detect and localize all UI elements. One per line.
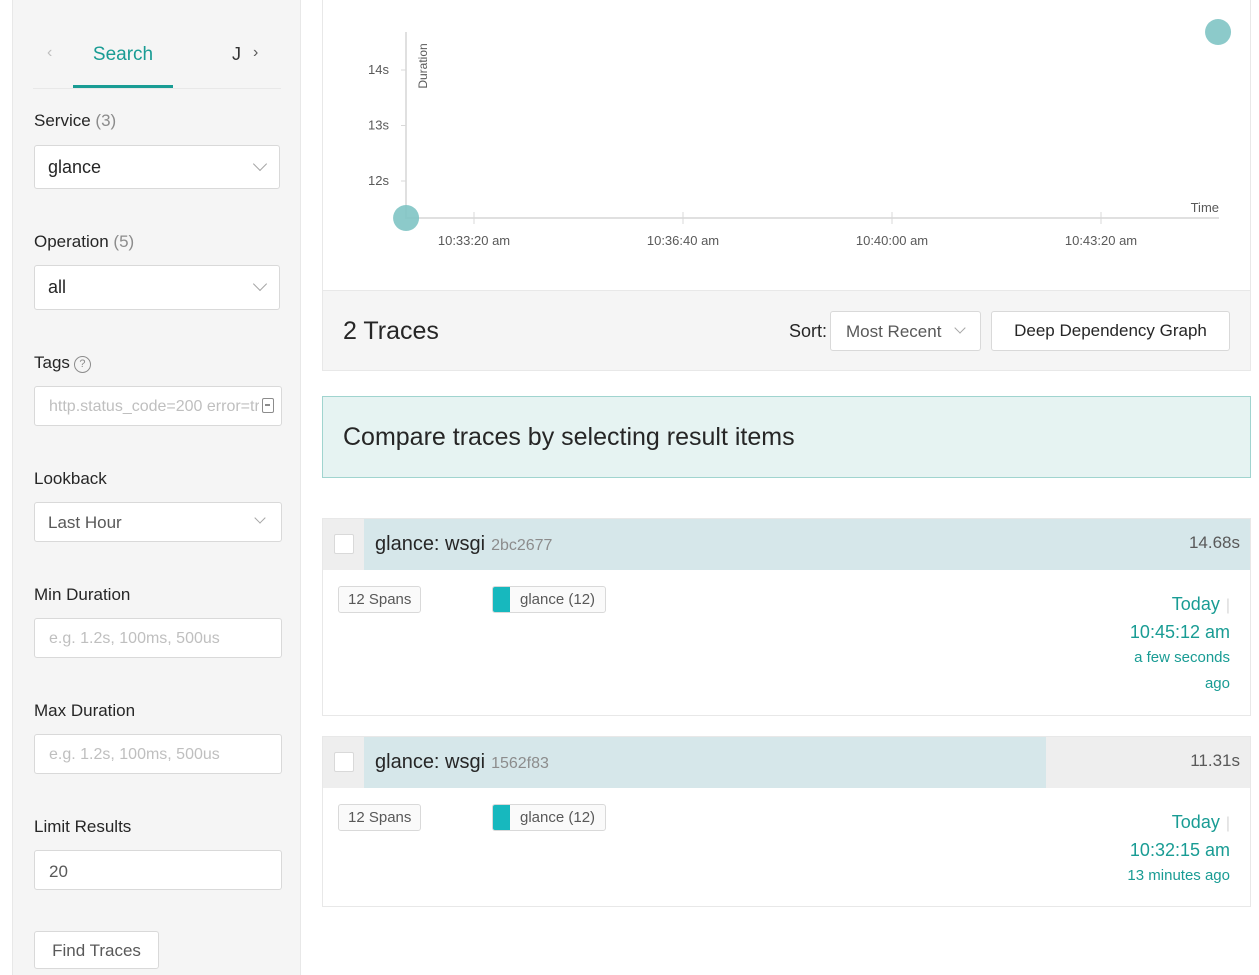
- tab-json-file[interactable]: J: [232, 44, 241, 65]
- min-duration-label: Min Duration: [34, 585, 131, 604]
- service-tag: glance (12): [492, 804, 607, 831]
- span-count-tag: 12 Spans: [338, 804, 422, 831]
- trace-id: 2bc2677: [491, 537, 553, 554]
- sidebar-tabs: ‹ Search J ›: [33, 36, 281, 89]
- trace-title: glance: wsgi 1562f83: [375, 751, 549, 773]
- scatter-plot: Duration Time 12s 13s 14s 10:33:20 am 10:36…: [368, 19, 1232, 248]
- x-tick-label: 10:36:40 am: [647, 233, 719, 248]
- max-duration-input[interactable]: e.g. 1.2s, 100ms, 500us: [34, 734, 282, 774]
- lookback-label: Lookback: [34, 469, 107, 488]
- min-duration-input[interactable]: e.g. 1.2s, 100ms, 500us: [34, 618, 282, 658]
- operation-label: Operation (5): [34, 232, 135, 251]
- tab-search[interactable]: Search: [73, 44, 173, 66]
- trace-item-header[interactable]: glance: wsgi 1562f83 11.31s: [323, 737, 1250, 788]
- trace-timestamp: Today | 10:32:15 am 13 minutes ago: [1127, 812, 1230, 884]
- traces-count: 2 Traces: [343, 317, 439, 345]
- tags-input-placeholder: http.status_code=200 error=true: [49, 398, 259, 415]
- trace-result-item[interactable]: glance: wsgi 2bc2677 14.68s 12 Spans glan…: [322, 518, 1251, 716]
- trace-duration-scatter-chart: Duration Time 12s 13s 14s 10:33:20 am 10:36…: [322, 0, 1251, 290]
- min-duration-placeholder: e.g. 1.2s, 100ms, 500us: [49, 630, 220, 647]
- clipboard-icon[interactable]: [262, 398, 274, 413]
- chevron-down-icon: [954, 322, 966, 334]
- find-traces-button[interactable]: Find Traces: [34, 931, 159, 969]
- tabs-prev-arrow-icon[interactable]: ‹: [47, 44, 52, 62]
- max-duration-label: Max Duration: [34, 701, 136, 720]
- y-axis-label: Duration: [416, 43, 430, 88]
- service-color-swatch: [493, 805, 510, 830]
- scatter-point[interactable]: [393, 205, 420, 231]
- search-sidebar: ‹ Search J › Service (3) glance Operatio…: [12, 0, 301, 975]
- sort-select[interactable]: Most Recent: [830, 311, 981, 351]
- max-duration-placeholder: e.g. 1.2s, 100ms, 500us: [49, 746, 220, 763]
- x-axis-label: Time: [1191, 200, 1219, 215]
- sort-select-value: Most Recent: [846, 322, 942, 341]
- x-tick-label: 10:33:20 am: [438, 233, 510, 248]
- trace-select-checkbox[interactable]: [334, 534, 354, 554]
- limit-results-value: 20: [49, 862, 68, 881]
- deep-dependency-graph-button[interactable]: Deep Dependency Graph: [991, 311, 1230, 351]
- y-tick-label: 12s: [368, 173, 389, 188]
- scatter-point[interactable]: [1205, 19, 1232, 45]
- help-icon[interactable]: ?: [73, 356, 91, 373]
- tags-label: Tags?: [34, 353, 91, 373]
- lookback-select[interactable]: Last Hour: [34, 502, 282, 542]
- trace-title: glance: wsgi 2bc2677: [375, 533, 553, 555]
- chevron-down-icon: [254, 512, 266, 524]
- service-tag: glance (12): [492, 586, 607, 613]
- tab-active-indicator: [73, 85, 173, 88]
- trace-select-checkbox[interactable]: [334, 752, 354, 772]
- service-label: Service (3): [34, 111, 117, 130]
- service-select-value: glance: [48, 157, 102, 177]
- sort-label: Sort:: [789, 321, 828, 341]
- limit-results-input[interactable]: 20: [34, 850, 282, 890]
- trace-duration: 14.68s: [1188, 533, 1240, 552]
- operation-select[interactable]: all: [34, 265, 280, 310]
- lookback-select-value: Last Hour: [48, 513, 122, 532]
- x-tick-label: 10:43:20 am: [1065, 233, 1137, 248]
- trace-duration: 11.31s: [1190, 751, 1240, 770]
- limit-results-label: Limit Results: [34, 817, 132, 836]
- trace-id: 1562f83: [491, 755, 549, 772]
- compare-traces-banner: Compare traces by selecting result items: [322, 396, 1251, 478]
- chevron-down-icon: [252, 156, 268, 172]
- chevron-down-icon: [252, 276, 268, 292]
- service-select[interactable]: glance: [34, 145, 280, 189]
- compare-traces-text: Compare traces by selecting result items: [343, 423, 795, 451]
- scatter-points: [393, 19, 1232, 231]
- service-color-swatch: [493, 587, 510, 612]
- tags-input[interactable]: http.status_code=200 error=true: [34, 386, 282, 426]
- operation-select-value: all: [48, 277, 67, 297]
- y-tick-label: 14s: [368, 62, 389, 77]
- y-ticks: 12s 13s 14s: [368, 62, 406, 188]
- y-tick-label: 13s: [368, 118, 389, 133]
- x-tick-label: 10:40:00 am: [856, 233, 928, 248]
- traces-results-header: 2 Traces Sort: Most Recent Deep Dependen…: [322, 290, 1251, 371]
- trace-item-header[interactable]: glance: wsgi 2bc2677 14.68s: [323, 519, 1250, 570]
- trace-result-item[interactable]: glance: wsgi 1562f83 11.31s 12 Spans glan…: [322, 736, 1251, 907]
- tabs-next-arrow-icon[interactable]: ›: [253, 44, 258, 62]
- span-count-tag: 12 Spans: [338, 586, 422, 613]
- trace-timestamp: Today | 10:45:12 am a few seconds ago: [1129, 594, 1230, 692]
